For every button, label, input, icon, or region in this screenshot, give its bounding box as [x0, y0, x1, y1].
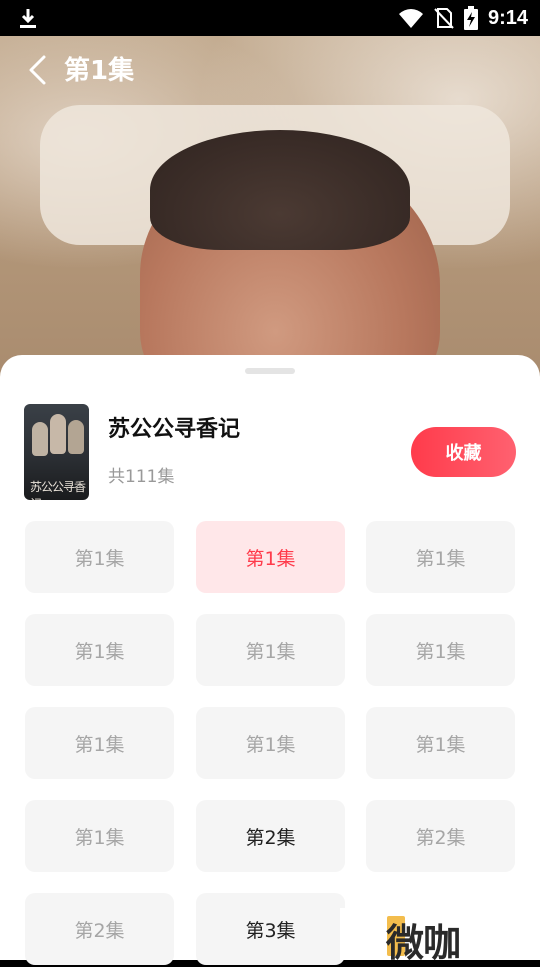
- episode-item[interactable]: 第1集: [366, 521, 515, 593]
- episode-item[interactable]: 第2集: [366, 800, 515, 872]
- episode-item[interactable]: 第1集: [25, 614, 174, 686]
- episode-item[interactable]: 第1集: [196, 614, 345, 686]
- sheet-drag-handle[interactable]: [245, 368, 295, 374]
- episode-item[interactable]: 第1集: [366, 614, 515, 686]
- episode-item[interactable]: 第2集: [25, 893, 174, 965]
- episode-item[interactable]: 第1集: [196, 707, 345, 779]
- back-arrow-icon[interactable]: [24, 54, 52, 86]
- episode-item[interactable]: 第1集: [25, 800, 174, 872]
- episode-item[interactable]: 第3集: [196, 893, 345, 965]
- top-bar: 第1集: [0, 36, 540, 104]
- drama-poster: 苏公公寻香记: [24, 404, 89, 500]
- watermark-logo: 微咖: [340, 908, 540, 965]
- battery-charging-icon: [463, 6, 478, 30]
- poster-figure: [68, 420, 84, 454]
- status-time: 9:14: [487, 6, 528, 29]
- poster-figure: [32, 422, 48, 456]
- watermark-text: 微咖: [386, 921, 461, 965]
- favorite-button[interactable]: 收藏: [411, 427, 516, 477]
- episode-title: 第1集: [64, 56, 135, 86]
- wifi-icon: [398, 9, 423, 28]
- no-sim-icon: [434, 8, 454, 29]
- poster-title: 苏公公寻香记: [30, 480, 86, 500]
- episode-item-current[interactable]: 第1集: [196, 521, 345, 593]
- poster-figure: [50, 414, 66, 454]
- video-hair: [150, 130, 410, 250]
- status-bar: 9:14: [0, 0, 540, 36]
- drama-title: 苏公公寻香记: [108, 417, 241, 442]
- episode-sheet: 苏公公寻香记 苏公公寻香记 共111集 收藏 第1集 第1集 第1集 第1集 第…: [0, 355, 540, 965]
- episode-item[interactable]: 第2集: [196, 800, 345, 872]
- episode-item[interactable]: 第1集: [366, 707, 515, 779]
- episode-item[interactable]: 第1集: [25, 707, 174, 779]
- download-icon: [20, 9, 36, 28]
- episode-item[interactable]: 第1集: [25, 521, 174, 593]
- episode-count: 共111集: [108, 467, 175, 487]
